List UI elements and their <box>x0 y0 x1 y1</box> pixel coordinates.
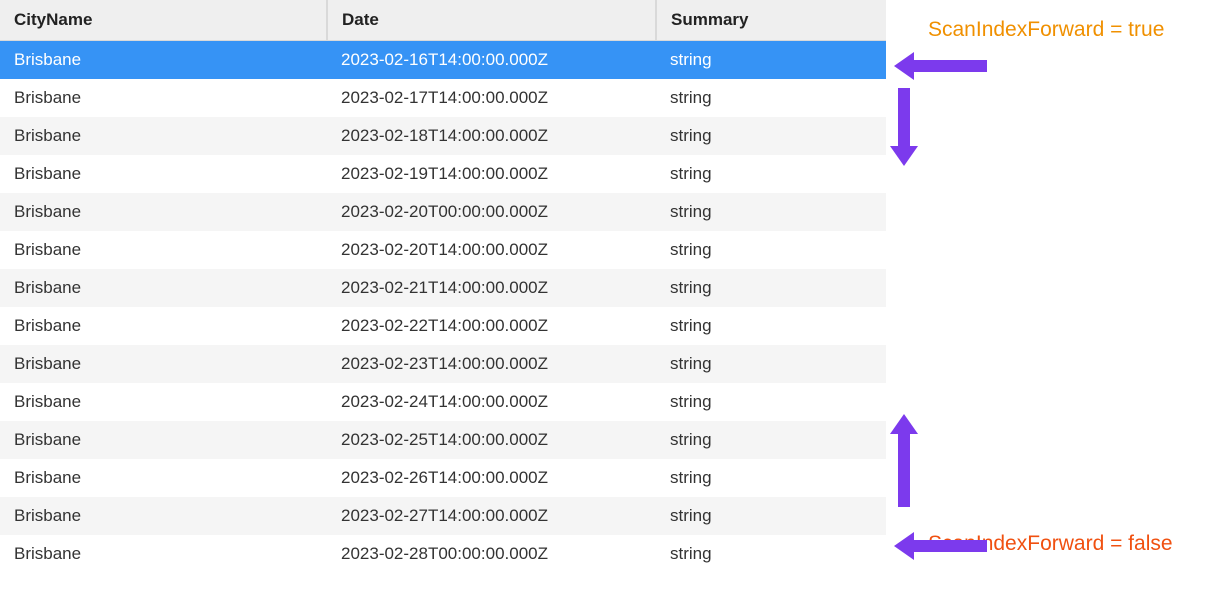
cell-summary: string <box>656 41 886 80</box>
table-row[interactable]: Brisbane2023-02-23T14:00:00.000Zstring <box>0 345 886 383</box>
cell-cityname: Brisbane <box>0 535 327 573</box>
cell-cityname: Brisbane <box>0 345 327 383</box>
cell-cityname: Brisbane <box>0 497 327 535</box>
cell-date: 2023-02-16T14:00:00.000Z <box>327 41 656 80</box>
arrow-up-icon <box>898 432 910 507</box>
cell-cityname: Brisbane <box>0 231 327 269</box>
cell-summary: string <box>656 421 886 459</box>
cell-date: 2023-02-26T14:00:00.000Z <box>327 459 656 497</box>
cell-date: 2023-02-20T00:00:00.000Z <box>327 193 656 231</box>
table-row[interactable]: Brisbane2023-02-27T14:00:00.000Zstring <box>0 497 886 535</box>
annotation-scanindex-true: ScanIndexForward = true <box>928 18 1164 42</box>
cell-cityname: Brisbane <box>0 117 327 155</box>
data-table: CityName Date Summary Brisbane2023-02-16… <box>0 0 886 573</box>
table-row[interactable]: Brisbane2023-02-28T00:00:00.000Zstring <box>0 535 886 573</box>
cell-cityname: Brisbane <box>0 307 327 345</box>
cell-summary: string <box>656 459 886 497</box>
table-row[interactable]: Brisbane2023-02-18T14:00:00.000Zstring <box>0 117 886 155</box>
column-header-date[interactable]: Date <box>327 0 656 41</box>
cell-summary: string <box>656 79 886 117</box>
table-row[interactable]: Brisbane2023-02-20T00:00:00.000Zstring <box>0 193 886 231</box>
cell-date: 2023-02-23T14:00:00.000Z <box>327 345 656 383</box>
cell-date: 2023-02-27T14:00:00.000Z <box>327 497 656 535</box>
cell-date: 2023-02-21T14:00:00.000Z <box>327 269 656 307</box>
cell-date: 2023-02-28T00:00:00.000Z <box>327 535 656 573</box>
cell-cityname: Brisbane <box>0 155 327 193</box>
cell-date: 2023-02-19T14:00:00.000Z <box>327 155 656 193</box>
cell-summary: string <box>656 155 886 193</box>
cell-cityname: Brisbane <box>0 421 327 459</box>
table-row[interactable]: Brisbane2023-02-19T14:00:00.000Zstring <box>0 155 886 193</box>
cell-summary: string <box>656 117 886 155</box>
cell-cityname: Brisbane <box>0 79 327 117</box>
cell-summary: string <box>656 307 886 345</box>
table-body: Brisbane2023-02-16T14:00:00.000ZstringBr… <box>0 41 886 574</box>
cell-summary: string <box>656 497 886 535</box>
arrow-down-icon <box>898 88 910 148</box>
table-row[interactable]: Brisbane2023-02-20T14:00:00.000Zstring <box>0 231 886 269</box>
cell-cityname: Brisbane <box>0 383 327 421</box>
cell-cityname: Brisbane <box>0 269 327 307</box>
cell-date: 2023-02-25T14:00:00.000Z <box>327 421 656 459</box>
table-row[interactable]: Brisbane2023-02-17T14:00:00.000Zstring <box>0 79 886 117</box>
cell-summary: string <box>656 193 886 231</box>
cell-summary: string <box>656 535 886 573</box>
table-row[interactable]: Brisbane2023-02-22T14:00:00.000Zstring <box>0 307 886 345</box>
cell-summary: string <box>656 345 886 383</box>
column-header-cityname[interactable]: CityName <box>0 0 327 41</box>
arrow-left-icon <box>912 540 987 552</box>
cell-date: 2023-02-24T14:00:00.000Z <box>327 383 656 421</box>
table-row[interactable]: Brisbane2023-02-21T14:00:00.000Zstring <box>0 269 886 307</box>
cell-cityname: Brisbane <box>0 41 327 80</box>
cell-cityname: Brisbane <box>0 193 327 231</box>
cell-date: 2023-02-18T14:00:00.000Z <box>327 117 656 155</box>
cell-date: 2023-02-20T14:00:00.000Z <box>327 231 656 269</box>
cell-cityname: Brisbane <box>0 459 327 497</box>
table-header-row: CityName Date Summary <box>0 0 886 41</box>
cell-summary: string <box>656 231 886 269</box>
column-header-summary[interactable]: Summary <box>656 0 886 41</box>
table-row[interactable]: Brisbane2023-02-26T14:00:00.000Zstring <box>0 459 886 497</box>
table-row[interactable]: Brisbane2023-02-24T14:00:00.000Zstring <box>0 383 886 421</box>
arrow-left-icon <box>912 60 987 72</box>
cell-summary: string <box>656 269 886 307</box>
table-row[interactable]: Brisbane2023-02-25T14:00:00.000Zstring <box>0 421 886 459</box>
table-row[interactable]: Brisbane2023-02-16T14:00:00.000Zstring <box>0 41 886 80</box>
cell-date: 2023-02-17T14:00:00.000Z <box>327 79 656 117</box>
cell-summary: string <box>656 383 886 421</box>
cell-date: 2023-02-22T14:00:00.000Z <box>327 307 656 345</box>
